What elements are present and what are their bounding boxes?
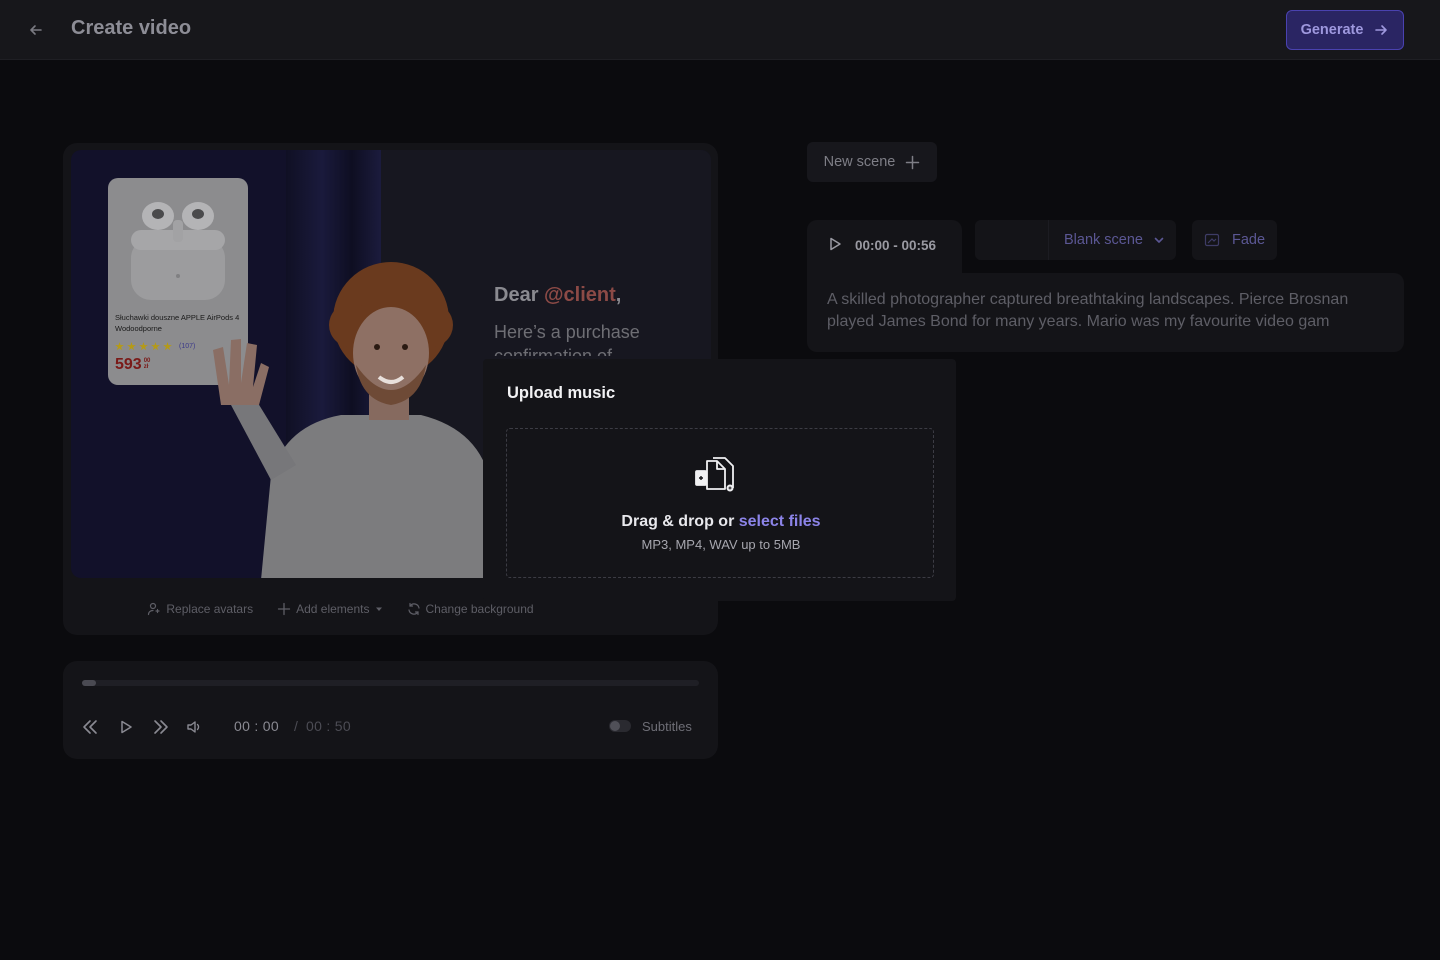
scene-type-dropdown[interactable]: Blank scene (975, 220, 1176, 260)
upload-music-dialog: Upload music Drag & drop or select files… (483, 359, 956, 601)
star-icon (115, 342, 124, 351)
chevron-down-icon (1154, 237, 1164, 243)
generate-label: Generate (1300, 22, 1364, 38)
scene-thumbnail (975, 220, 1049, 260)
speaker-icon (187, 721, 200, 733)
scene-tab[interactable]: 00:00 - 00:56 (807, 220, 962, 280)
new-scene-label: New scene (823, 154, 896, 170)
transition-label: Fade (1232, 232, 1266, 248)
top-bar: Create video Generate (0, 0, 1440, 60)
transition-icon (1204, 233, 1220, 247)
caret-down-icon (375, 607, 382, 611)
timeline-scrubber[interactable] (82, 680, 699, 686)
chevrons-right-icon (154, 720, 168, 734)
volume-button[interactable] (183, 716, 205, 738)
preview-toolbar: Replace avatars Add elements Change back… (63, 599, 718, 619)
change-background-button[interactable]: Change background (407, 602, 534, 616)
greeting-heading: Dear @client, (494, 284, 621, 307)
refresh-icon (407, 602, 420, 616)
change-background-label: Change background (425, 602, 534, 616)
scene-script-text: A skilled photographer captured breathta… (827, 291, 1349, 330)
price-currency: zł (143, 364, 149, 370)
playback-controls: 00 : 00 / 00 : 50 Subtitles (63, 661, 718, 759)
drag-drop-text: Drag & drop or (621, 513, 739, 530)
rating: (107) (115, 342, 195, 351)
scene-type-label: Blank scene (1064, 232, 1143, 248)
add-elements-label: Add elements (296, 602, 370, 616)
subtitles-toggle[interactable] (609, 720, 631, 732)
subtitles-label: Subtitles (642, 719, 692, 734)
star-icon (127, 342, 136, 351)
star-icon (163, 342, 172, 351)
plus-icon (906, 155, 920, 169)
scene-time-range: 00:00 - 00:56 (855, 238, 937, 253)
arrow-right-icon (1375, 25, 1388, 35)
product-price: 593 00 zł (115, 356, 150, 374)
dropzone-instruction: Drag & drop or select files (507, 513, 935, 531)
fast-forward-button[interactable] (150, 716, 172, 738)
star-icon (151, 342, 160, 351)
upload-files-icon (695, 457, 734, 492)
time-separator: / (294, 718, 298, 734)
select-files-link[interactable]: select files (739, 513, 821, 530)
file-dropzone[interactable]: Drag & drop or select files MP3, MP4, WA… (506, 428, 934, 578)
chevrons-left-icon (83, 720, 97, 734)
greeting-prefix: Dear (494, 284, 545, 306)
play-icon (121, 720, 132, 734)
add-elements-button[interactable]: Add elements (277, 602, 382, 616)
price-main: 593 (115, 356, 142, 373)
greeting-body: Here’s a purchase confirmation of (494, 322, 640, 356)
generate-button[interactable]: Generate (1286, 10, 1404, 50)
arrow-left-icon (30, 25, 42, 35)
dialog-title: Upload music (507, 384, 616, 402)
star-icon (139, 342, 148, 351)
file-format-hint: MP3, MP4, WAV up to 5MB (641, 537, 801, 552)
replace-avatars-label: Replace avatars (166, 602, 254, 616)
user-swap-icon (148, 602, 160, 616)
rewind-button[interactable] (79, 716, 101, 738)
total-time: 00 : 50 (306, 718, 351, 734)
timeline-progress (82, 680, 96, 686)
back-button[interactable] (22, 16, 50, 44)
play-button[interactable] (115, 716, 137, 738)
toggle-knob (610, 721, 620, 731)
page-title: Create video (71, 17, 192, 39)
plus-icon (277, 602, 291, 616)
play-icon[interactable] (827, 236, 843, 252)
new-scene-button[interactable]: New scene (807, 142, 937, 182)
avatar-presenter[interactable] (191, 255, 491, 578)
replace-avatars-button[interactable]: Replace avatars (147, 602, 253, 616)
scene-script-textarea[interactable]: A skilled photographer captured breathta… (807, 273, 1404, 352)
current-time: 00 : 00 (234, 718, 279, 734)
transition-button[interactable]: Fade (1192, 220, 1277, 260)
client-mention[interactable]: @client (544, 284, 616, 306)
greeting-suffix: , (615, 284, 622, 306)
